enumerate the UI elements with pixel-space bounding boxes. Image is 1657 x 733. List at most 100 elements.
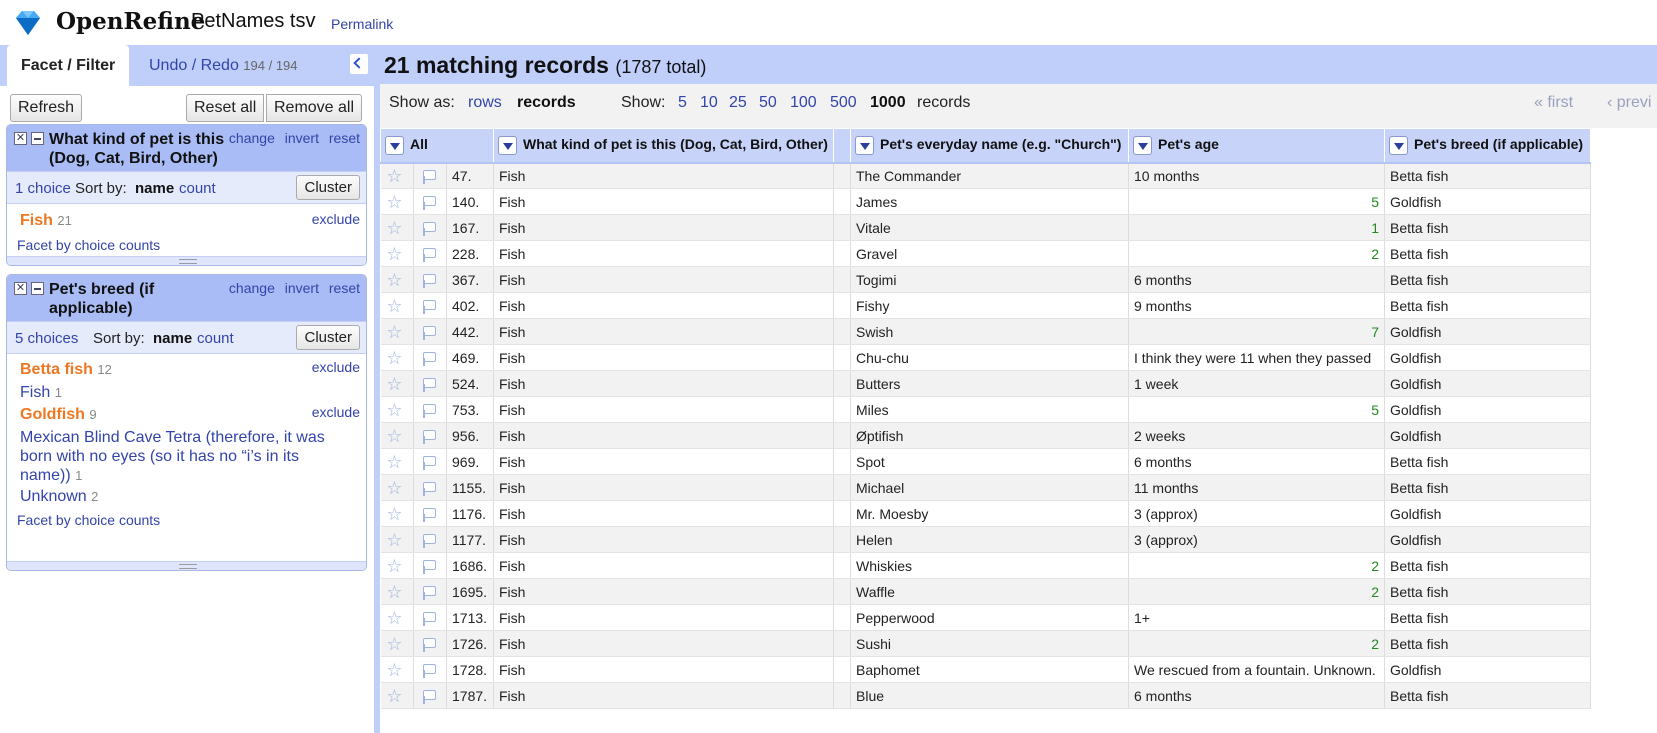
exclude-link[interactable]: exclude bbox=[312, 359, 360, 375]
cell-pet-age[interactable]: 2 weeks bbox=[1128, 422, 1385, 449]
choice-label[interactable]: Goldfish bbox=[20, 406, 85, 423]
star-icon[interactable]: ☆ bbox=[386, 321, 404, 343]
cell-pet-kind[interactable]: Fish bbox=[493, 344, 834, 371]
facet-reset-link[interactable]: reset bbox=[329, 130, 360, 146]
cell-pet-age[interactable]: We rescued from a fountain. Unknown. bbox=[1128, 656, 1385, 683]
exclude-link[interactable]: exclude bbox=[312, 211, 360, 227]
page-size-500[interactable]: 500 bbox=[830, 94, 857, 112]
cell-pet-kind[interactable]: Fish bbox=[493, 604, 834, 631]
flag-icon[interactable] bbox=[419, 505, 437, 523]
cell-pet-kind[interactable]: Fish bbox=[493, 526, 834, 553]
cell-pet-name[interactable]: Pepperwood bbox=[850, 604, 1129, 631]
cell-pet-kind[interactable]: Fish bbox=[493, 578, 834, 605]
cell-pet-age[interactable]: 1 bbox=[1128, 214, 1385, 241]
cell-pet-breed[interactable]: Goldfish bbox=[1384, 422, 1591, 449]
cell-pet-kind[interactable]: Fish bbox=[493, 552, 834, 579]
star-icon[interactable]: ☆ bbox=[386, 633, 404, 655]
cell-pet-breed[interactable]: Betta fish bbox=[1384, 162, 1591, 189]
cell-pet-name[interactable]: James bbox=[850, 188, 1129, 215]
star-icon[interactable]: ☆ bbox=[386, 269, 404, 291]
column-menu-dropdown-icon[interactable] bbox=[385, 135, 404, 155]
reset-all-button[interactable]: Reset all bbox=[186, 94, 265, 122]
cell-pet-kind[interactable]: Fish bbox=[493, 292, 834, 319]
cell-pet-name[interactable]: Gravel bbox=[850, 240, 1129, 267]
facet-invert-link[interactable]: invert bbox=[285, 280, 319, 296]
cell-pet-name[interactable]: Mr. Moesby bbox=[850, 500, 1129, 527]
cell-pet-kind[interactable]: Fish bbox=[493, 630, 834, 657]
flag-icon[interactable] bbox=[419, 531, 437, 549]
cell-pet-age[interactable]: 2 bbox=[1128, 552, 1385, 579]
flag-icon[interactable] bbox=[419, 401, 437, 419]
permalink-link[interactable]: Permalink bbox=[331, 16, 393, 32]
flag-icon[interactable] bbox=[419, 453, 437, 471]
cell-pet-kind[interactable]: Fish bbox=[493, 240, 834, 267]
flag-icon[interactable] bbox=[419, 375, 437, 393]
facet-by-choice-counts-link[interactable]: Facet by choice counts bbox=[17, 237, 160, 253]
column-header-pet-breed[interactable]: Pet's breed (if applicable) bbox=[1384, 128, 1591, 164]
cell-pet-name[interactable]: Butters bbox=[850, 370, 1129, 397]
facet-choice[interactable]: Unknown 2 bbox=[20, 487, 350, 506]
flag-icon[interactable] bbox=[419, 349, 437, 367]
sort-by-name[interactable]: name bbox=[135, 180, 174, 197]
column-menu-dropdown-icon[interactable] bbox=[1389, 135, 1408, 155]
cell-pet-name[interactable]: Swish bbox=[850, 318, 1129, 345]
star-icon[interactable]: ☆ bbox=[386, 373, 404, 395]
cell-pet-kind[interactable]: Fish bbox=[493, 448, 834, 475]
choice-count-link[interactable]: 1 choice bbox=[15, 180, 71, 197]
collapse-left-panel-icon[interactable] bbox=[350, 54, 368, 74]
cell-pet-kind[interactable]: Fish bbox=[493, 474, 834, 501]
cell-pet-age[interactable]: 7 bbox=[1128, 318, 1385, 345]
cell-pet-kind[interactable]: Fish bbox=[493, 162, 834, 189]
column-menu-dropdown-icon[interactable] bbox=[1133, 135, 1152, 155]
project-name[interactable]: PetNames tsv bbox=[191, 10, 315, 33]
star-icon[interactable]: ☆ bbox=[386, 243, 404, 265]
star-icon[interactable]: ☆ bbox=[386, 503, 404, 525]
cell-pet-age[interactable]: 6 months bbox=[1128, 682, 1385, 709]
cell-pet-age[interactable]: 10 months bbox=[1128, 162, 1385, 189]
facet-by-choice-counts-link[interactable]: Facet by choice counts bbox=[17, 512, 160, 528]
facet-choice[interactable]: Fish 1 bbox=[20, 383, 350, 402]
cell-pet-kind[interactable]: Fish bbox=[493, 214, 834, 241]
star-icon[interactable]: ☆ bbox=[386, 347, 404, 369]
tab-facet-filter[interactable]: Facet / Filter bbox=[7, 45, 130, 87]
facet-resize-handle[interactable] bbox=[7, 256, 366, 265]
app-name[interactable]: OpenRefine bbox=[56, 8, 205, 35]
flag-icon[interactable] bbox=[419, 245, 437, 263]
cell-pet-age[interactable]: 9 months bbox=[1128, 292, 1385, 319]
cell-pet-breed[interactable]: Goldfish bbox=[1384, 526, 1591, 553]
choice-label[interactable]: Mexican Blind Cave Tetra (therefore, it … bbox=[20, 429, 325, 484]
star-icon[interactable]: ☆ bbox=[386, 217, 404, 239]
cell-pet-kind[interactable]: Fish bbox=[493, 656, 834, 683]
star-icon[interactable]: ☆ bbox=[386, 191, 404, 213]
facet-choice[interactable]: Goldfish 9 bbox=[20, 405, 350, 424]
cell-pet-age[interactable]: I think they were 11 when they passed bbox=[1128, 344, 1385, 371]
cell-pet-age[interactable]: 1+ bbox=[1128, 604, 1385, 631]
previous-page-link[interactable]: ‹ previ bbox=[1607, 94, 1651, 112]
cell-pet-name[interactable]: Spot bbox=[850, 448, 1129, 475]
cell-pet-breed[interactable]: Goldfish bbox=[1384, 188, 1591, 215]
openrefine-logo-icon[interactable] bbox=[12, 9, 44, 37]
cell-pet-name[interactable]: Togimi bbox=[850, 266, 1129, 293]
refresh-button[interactable]: Refresh bbox=[10, 94, 83, 122]
cell-pet-name[interactable]: Blue bbox=[850, 682, 1129, 709]
cell-pet-breed[interactable]: Betta fish bbox=[1384, 266, 1591, 293]
cell-pet-name[interactable]: Chu-chu bbox=[850, 344, 1129, 371]
choice-count-link[interactable]: 5 choices bbox=[15, 330, 78, 347]
column-header-pet-kind[interactable]: What kind of pet is this (Dog, Cat, Bird… bbox=[493, 128, 834, 164]
flag-icon[interactable] bbox=[419, 323, 437, 341]
cell-pet-age[interactable]: 3 (approx) bbox=[1128, 500, 1385, 527]
cell-pet-kind[interactable]: Fish bbox=[493, 370, 834, 397]
cell-pet-kind[interactable]: Fish bbox=[493, 188, 834, 215]
cell-pet-kind[interactable]: Fish bbox=[493, 500, 834, 527]
flag-icon[interactable] bbox=[419, 271, 437, 289]
cell-pet-kind[interactable]: Fish bbox=[493, 318, 834, 345]
cell-pet-name[interactable]: Michael bbox=[850, 474, 1129, 501]
page-size-50[interactable]: 50 bbox=[759, 94, 777, 112]
column-header-all[interactable]: All bbox=[380, 128, 494, 164]
flag-icon[interactable] bbox=[419, 297, 437, 315]
cell-pet-name[interactable]: The Commander bbox=[850, 162, 1129, 189]
cell-pet-age[interactable]: 6 months bbox=[1128, 266, 1385, 293]
flag-icon[interactable] bbox=[419, 661, 437, 679]
cell-pet-age[interactable]: 11 months bbox=[1128, 474, 1385, 501]
choice-label[interactable]: Fish bbox=[20, 212, 53, 229]
